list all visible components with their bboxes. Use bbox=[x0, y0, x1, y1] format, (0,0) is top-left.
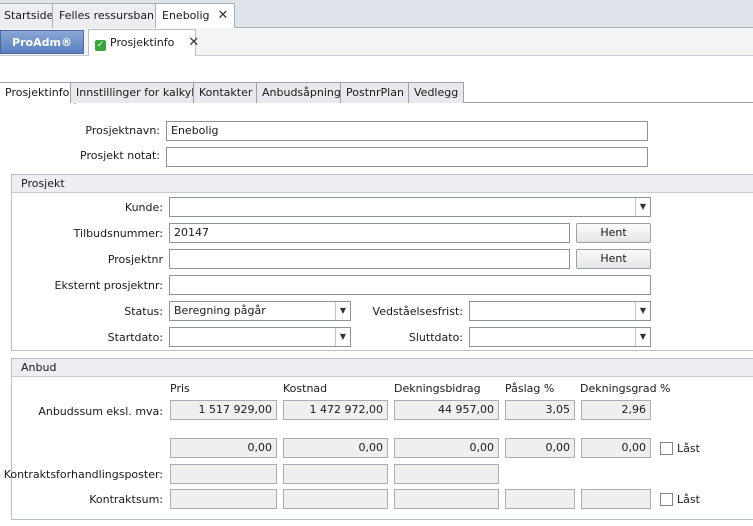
chevron-down-icon[interactable]: ▼ bbox=[635, 198, 650, 216]
tab-label: Anbudsåpning bbox=[262, 86, 341, 99]
close-icon[interactable]: ✕ bbox=[188, 30, 199, 56]
col-pris: Pris bbox=[170, 382, 190, 395]
kontraktsforhandlingsposter-label: Kontraktsforhandlingsposter: bbox=[3, 468, 163, 481]
row2-kostnad: 0,00 bbox=[283, 438, 388, 458]
col-paslag: Påslag % bbox=[505, 382, 555, 395]
kunde-label: Kunde: bbox=[124, 201, 163, 214]
anbudssum-kostnad: 1 472 972,00 bbox=[283, 400, 388, 420]
tab-vedlegg[interactable]: Vedlegg bbox=[408, 82, 465, 103]
kontraktsforh-kostnad bbox=[283, 464, 388, 484]
kontraktsforh-pris bbox=[170, 464, 277, 484]
sluttdato-label: Sluttdato: bbox=[408, 331, 463, 344]
kontraktsum-kostnad bbox=[283, 489, 388, 509]
prosjekt-notat-label: Prosjekt notat: bbox=[80, 149, 160, 162]
kontraktsum-pris bbox=[170, 489, 277, 509]
col-dekningsgrad: Dekningsgrad % bbox=[580, 382, 671, 395]
row2-pris: 0,00 bbox=[170, 438, 277, 458]
kontraktsum-dekningsgrad bbox=[581, 489, 651, 509]
col-dekningsbidrag: Dekningsbidrag bbox=[394, 382, 481, 395]
tab-label: PostnrPlan bbox=[346, 86, 404, 99]
vedstaelsesfrist-label: Vedståelsesfrist: bbox=[372, 305, 463, 318]
kontraktsum-laast-checkbox[interactable] bbox=[660, 493, 673, 506]
hent-prosjektnr-button[interactable]: Hent bbox=[576, 249, 651, 269]
hent-tilbudsnummer-button[interactable]: Hent bbox=[576, 223, 651, 243]
prosjekt-group-title: Prosjekt bbox=[12, 175, 753, 193]
anbudssum-dekningsgrad: 2,96 bbox=[581, 400, 651, 420]
anbudssum-dekningsbidrag: 44 957,00 bbox=[394, 400, 499, 420]
kontraktsum-paslag bbox=[505, 489, 575, 509]
tab-prosjektinfo[interactable]: Prosjektinfo bbox=[0, 82, 76, 104]
row2-dekningsbidrag: 0,00 bbox=[394, 438, 499, 458]
eksternt-prosjektnr-field[interactable] bbox=[169, 275, 651, 295]
tab-prosjektinfo-page[interactable]: ✓ Prosjektinfo ✕ bbox=[88, 29, 199, 56]
doc-tab-label: Startside bbox=[4, 9, 54, 22]
row2-dekningsgrad: 0,00 bbox=[581, 438, 651, 458]
document-tab-bar: Startside Felles ressursbank Enebolig ✕ bbox=[0, 0, 753, 29]
kontraktsum-laast-label: Låst bbox=[677, 493, 700, 506]
kunde-dropdown[interactable]: ▼ bbox=[169, 197, 651, 217]
kontraktsum-label: Kontraktsum: bbox=[89, 493, 163, 506]
anbudssum-paslag: 3,05 bbox=[505, 400, 575, 420]
proadm-button[interactable]: ProAdm® bbox=[0, 30, 84, 54]
chevron-down-icon[interactable]: ▼ bbox=[335, 328, 350, 346]
checkmark-icon: ✓ bbox=[95, 40, 106, 51]
startdato-label: Startdato: bbox=[107, 331, 163, 344]
chevron-down-icon[interactable]: ▼ bbox=[635, 328, 650, 346]
laast-checkbox[interactable] bbox=[660, 442, 673, 455]
sluttdato-dropdown[interactable]: ▼ bbox=[469, 327, 651, 347]
tab-label: Innstillinger for kalkyle bbox=[76, 86, 202, 99]
anbudssum-label: Anbudssum eksl. mva: bbox=[38, 405, 163, 418]
status-dropdown[interactable]: Beregning pågår ▼ bbox=[169, 301, 351, 321]
doc-tab-felles-ressursbank[interactable]: Felles ressursbank bbox=[52, 3, 168, 28]
anbudssum-pris: 1 517 929,00 bbox=[170, 400, 277, 420]
col-kostnad: Kostnad bbox=[283, 382, 328, 395]
vedstaelsesfrist-dropdown[interactable]: ▼ bbox=[469, 301, 651, 321]
tab-label: Prosjektinfo bbox=[5, 86, 70, 99]
tab-label: Vedlegg bbox=[414, 86, 459, 99]
module-bar: ProAdm® ✓ Prosjektinfo ✕ bbox=[0, 28, 753, 56]
kontraktsum-dekningsbidrag bbox=[394, 489, 499, 509]
doc-tab-enebolig[interactable]: Enebolig ✕ bbox=[155, 3, 236, 29]
eksternt-prosjektnr-label: Eksternt prosjektnr: bbox=[54, 279, 163, 292]
inner-tab-bar: Prosjektinfo Innstillinger for kalkyle K… bbox=[0, 82, 753, 104]
tilbudsnummer-field[interactable]: 20147 bbox=[169, 223, 570, 243]
prosjektnavn-field[interactable]: Enebolig bbox=[166, 121, 648, 141]
kontraktsforh-dekningsbidrag bbox=[394, 464, 499, 484]
tab-kontakter[interactable]: Kontakter bbox=[193, 82, 259, 103]
doc-tab-label: Enebolig bbox=[162, 9, 210, 22]
tab-postnrplan[interactable]: PostnrPlan bbox=[340, 82, 410, 103]
tab-innstillinger-for-kalkyle[interactable]: Innstillinger for kalkyle bbox=[70, 82, 208, 103]
close-icon[interactable]: ✕ bbox=[218, 4, 229, 28]
laast-label: Låst bbox=[677, 442, 700, 455]
chevron-down-icon[interactable]: ▼ bbox=[335, 302, 350, 320]
prosjektnr-label: Prosjektnr bbox=[107, 253, 163, 266]
row2-paslag: 0,00 bbox=[505, 438, 575, 458]
anbud-group-title: Anbud bbox=[12, 359, 753, 377]
status-label: Status: bbox=[124, 305, 163, 318]
tab-label: Kontakter bbox=[199, 86, 253, 99]
startdato-dropdown[interactable]: ▼ bbox=[169, 327, 351, 347]
tab-anbudsapning[interactable]: Anbudsåpning bbox=[256, 82, 347, 103]
prosjektnr-field[interactable] bbox=[169, 249, 570, 269]
doc-tab-label: Felles ressursbank bbox=[59, 9, 161, 22]
status-value: Beregning pågår bbox=[174, 304, 266, 317]
prosjektnavn-label: Prosjektnavn: bbox=[85, 124, 160, 137]
tilbudsnummer-label: Tilbudsnummer: bbox=[73, 227, 163, 240]
page-tab-label: Prosjektinfo bbox=[110, 36, 175, 49]
chevron-down-icon[interactable]: ▼ bbox=[635, 302, 650, 320]
prosjekt-notat-field[interactable] bbox=[166, 147, 648, 167]
